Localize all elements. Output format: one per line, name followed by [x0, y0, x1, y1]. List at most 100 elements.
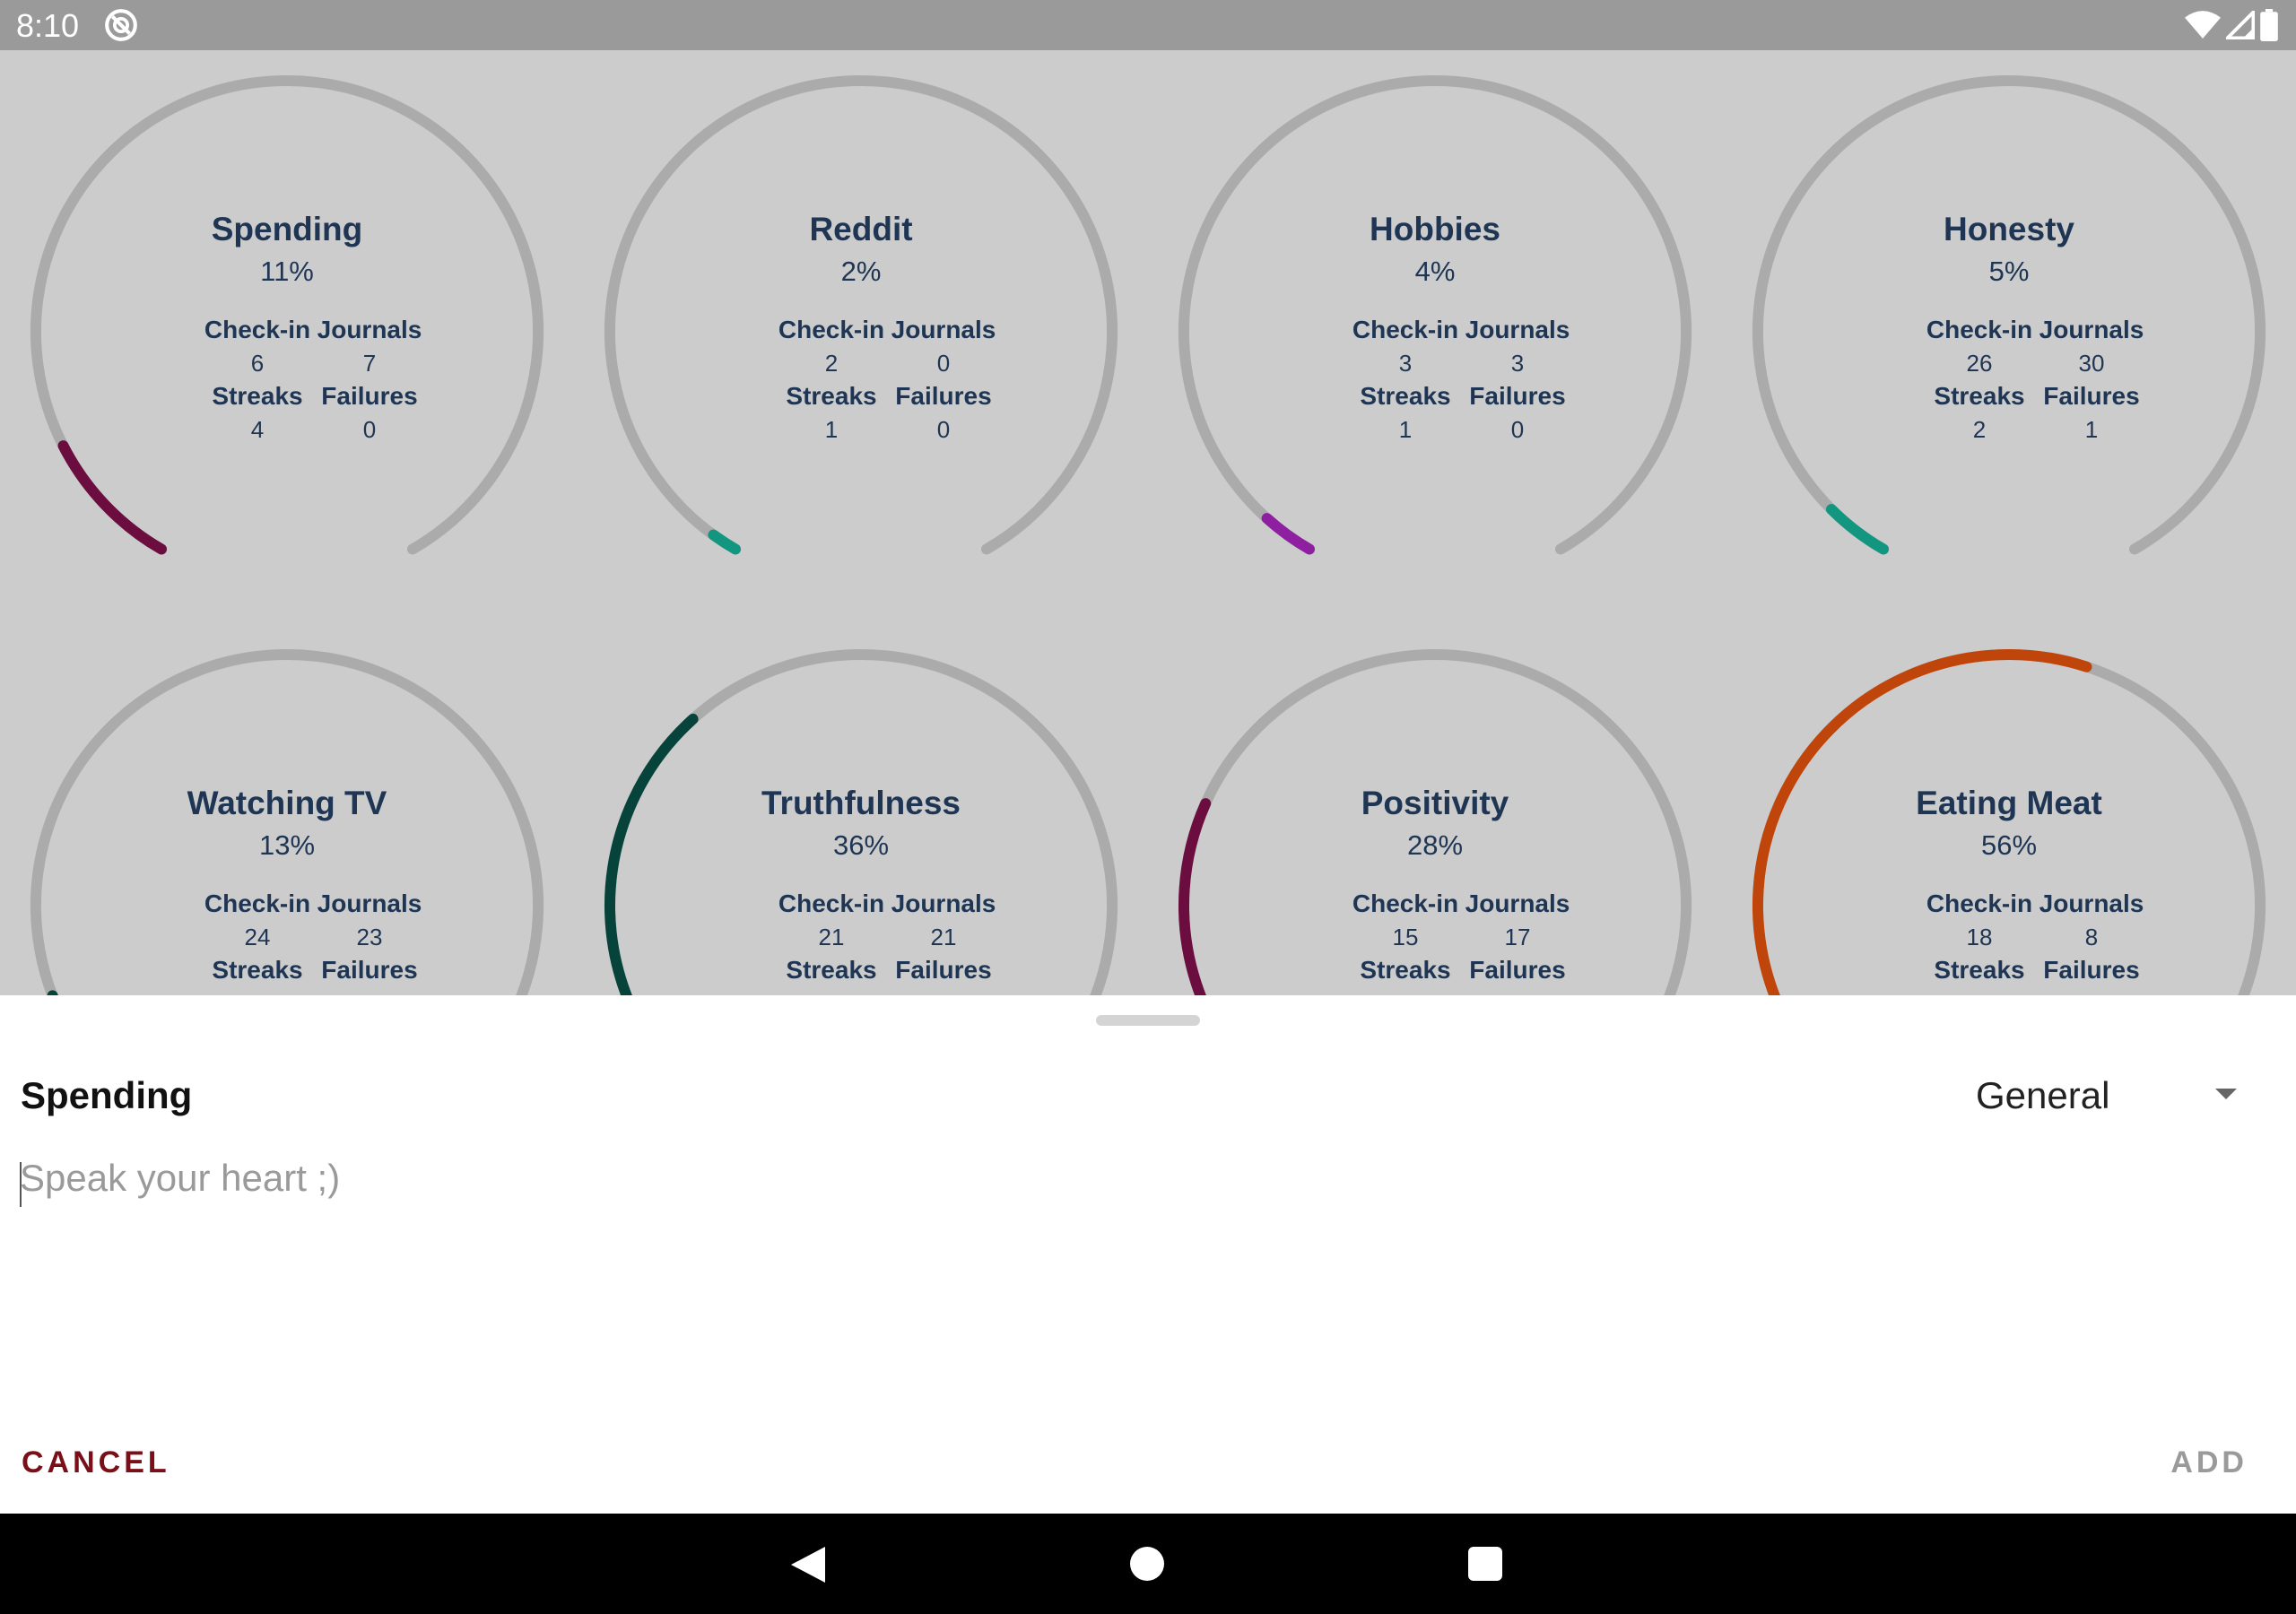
stats-value-row: 1 0 [601, 416, 1121, 452]
habit-card[interactable]: Truthfulness 36% Check-in Journals 21 21… [601, 646, 1121, 995]
journals-label: Journals [1465, 316, 1570, 343]
habit-info: Hobbies 4% Check-in Journals 3 3 Streaks… [1175, 72, 1695, 592]
habit-card[interactable]: Positivity 28% Check-in Journals 15 17 S… [1175, 646, 1695, 995]
habit-card[interactable]: Spending 11% Check-in Journals 6 7 Strea… [27, 72, 547, 592]
stats-value-row: 2 0 [601, 350, 1121, 386]
journals-label: Journals [2039, 889, 2144, 917]
sheet-title: Spending [21, 1074, 193, 1116]
journals-label: Journals [891, 889, 996, 917]
stats-label-row: Check-in Journals [601, 889, 1121, 925]
journals-label: Journals [891, 316, 996, 343]
journals-value: 8 [2084, 924, 2099, 950]
journals-label: Journals [2039, 316, 2144, 343]
failures-value: 0 [936, 416, 951, 443]
stats-value-row: 2 1 [1749, 416, 2269, 452]
signal-icon [2226, 11, 2255, 39]
habit-percent: 13% [258, 829, 316, 861]
habit-info: Honesty 5% Check-in Journals 26 30 Strea… [1749, 72, 2269, 592]
stats-value-row: 18 8 [1749, 924, 2269, 959]
failures-label: Failures [895, 382, 992, 410]
failures-label: Failures [2043, 382, 2140, 410]
failures-label: Failures [321, 956, 418, 984]
habit-title: Hobbies [1370, 211, 1500, 247]
stats-label-row: Streaks Failures [1175, 956, 1695, 992]
journals-value: 0 [936, 350, 951, 377]
failures-label: Failures [321, 382, 418, 410]
stats-label-row: Streaks Failures [1175, 382, 1695, 418]
wifi-icon [2185, 11, 2221, 39]
habit-info: Reddit 2% Check-in Journals 2 0 Streaks … [601, 72, 1121, 592]
habit-percent: 5% [1988, 256, 2030, 287]
habit-title: Spending [211, 211, 363, 247]
journal-input[interactable] [20, 1157, 2271, 1390]
habit-title: Honesty [1944, 211, 2074, 247]
journal-bottom-sheet: Spending General CANCEL ADD [0, 995, 2296, 1514]
stats-label-row: Check-in Journals [1749, 316, 2269, 351]
stats-value-row: 26 30 [1749, 350, 2269, 386]
stats-value-row: 3 3 [1175, 350, 1695, 386]
failures-value: 0 [1510, 416, 1525, 443]
journals-value: 3 [1510, 350, 1525, 377]
habit-info: Watching TV 13% Check-in Journals 24 23 … [27, 646, 547, 995]
stats-value-row: 4 0 [27, 416, 547, 452]
stats-label-row: Streaks Failures [601, 956, 1121, 992]
stats-label-row: Check-in Journals [1749, 889, 2269, 925]
journals-value: 21 [930, 924, 957, 950]
habit-percent: 56% [1980, 829, 2038, 861]
stats-label-row: Streaks Failures [601, 382, 1121, 418]
chevron-down-icon [2215, 1089, 2237, 1099]
recent-apps-icon[interactable] [1468, 1547, 1502, 1581]
stats-label-row: Check-in Journals [1175, 316, 1695, 351]
sync-icon [105, 9, 137, 41]
back-icon[interactable] [791, 1547, 825, 1583]
failures-value: 1 [2084, 416, 2099, 443]
stats-label-row: Streaks Failures [1749, 382, 2269, 418]
habit-card[interactable]: Honesty 5% Check-in Journals 26 30 Strea… [1749, 72, 2269, 592]
habit-card[interactable]: Eating Meat 56% Check-in Journals 18 8 S… [1749, 646, 2269, 995]
failures-label: Failures [1469, 956, 1566, 984]
habit-info: Positivity 28% Check-in Journals 15 17 S… [1175, 646, 1695, 995]
stats-value-row: 24 23 [27, 924, 547, 959]
habit-title: Watching TV [187, 785, 387, 821]
habit-info: Truthfulness 36% Check-in Journals 21 21… [601, 646, 1121, 995]
habit-grid: Spending 11% Check-in Journals 6 7 Strea… [0, 50, 2296, 995]
stats-label-row: Check-in Journals [27, 316, 547, 351]
journals-label: Journals [1465, 889, 1570, 917]
navigation-bar [0, 1514, 2296, 1614]
home-icon[interactable] [1130, 1547, 1164, 1581]
journals-label: Journals [317, 316, 422, 343]
habit-info: Spending 11% Check-in Journals 6 7 Strea… [27, 72, 547, 592]
stats-value-row: 6 7 [27, 350, 547, 386]
drag-handle[interactable] [1096, 1015, 1200, 1026]
stats-label-row: Streaks Failures [1749, 956, 2269, 992]
stats-value-row: 21 21 [601, 924, 1121, 959]
habit-title: Positivity [1361, 785, 1509, 821]
stats-value-row: 15 17 [1175, 924, 1695, 959]
text-cursor [20, 1162, 22, 1207]
habit-percent: 28% [1406, 829, 1464, 861]
habit-card[interactable]: Watching TV 13% Check-in Journals 24 23 … [27, 646, 547, 995]
failures-label: Failures [895, 956, 992, 984]
journals-value: 7 [362, 350, 377, 377]
journals-value: 17 [1504, 924, 1531, 950]
failures-label: Failures [1469, 382, 1566, 410]
journals-label: Journals [317, 889, 422, 917]
stats-label-row: Check-in Journals [601, 316, 1121, 351]
habit-info: Eating Meat 56% Check-in Journals 18 8 S… [1749, 646, 2269, 995]
journals-value: 30 [2078, 350, 2105, 377]
habit-card[interactable]: Hobbies 4% Check-in Journals 3 3 Streaks… [1175, 72, 1695, 592]
habit-percent: 4% [1414, 256, 1456, 287]
cancel-button[interactable]: CANCEL [22, 1445, 170, 1480]
habit-percent: 11% [260, 256, 314, 287]
stats-label-row: Streaks Failures [27, 956, 547, 992]
habit-percent: 36% [832, 829, 890, 861]
failures-value: 0 [362, 416, 377, 443]
battery-icon [2260, 9, 2278, 41]
habit-card[interactable]: Reddit 2% Check-in Journals 2 0 Streaks … [601, 72, 1121, 592]
stats-value-row: 1 0 [1175, 416, 1695, 452]
habit-title: Truthfulness [761, 785, 961, 821]
stats-label-row: Check-in Journals [27, 889, 547, 925]
habit-percent: 2% [840, 256, 882, 287]
category-dropdown[interactable]: General [1973, 1067, 2251, 1130]
add-button[interactable]: ADD [2170, 1445, 2248, 1480]
